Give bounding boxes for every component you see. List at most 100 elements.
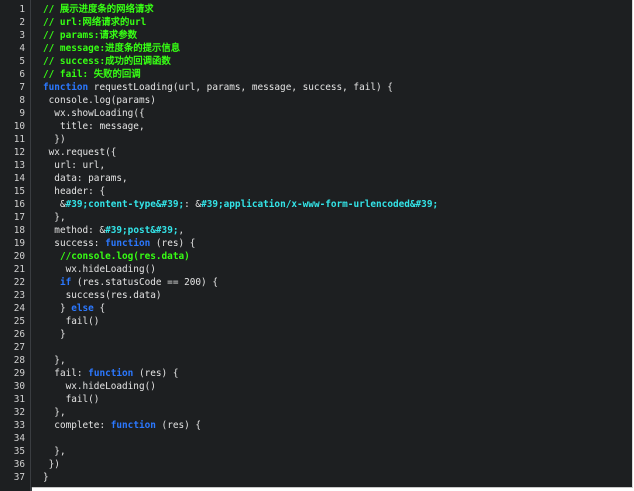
line-code: if (res.statusCode == 200) { (43, 276, 218, 289)
code-line: 11 }) (0, 133, 632, 146)
code-line: 18 method: &#39;post&#39;, (0, 224, 632, 237)
line-number: 1 (19, 4, 25, 15)
code-editor: 1 // 展示进度条的网络请求 2 // url:网络请求的url 3 // params… (0, 0, 634, 491)
code-lines: 1 // 展示进度条的网络请求 2 // url:网络请求的url 3 // params… (0, 3, 632, 484)
code-token: wx.hideLoading() (65, 264, 156, 275)
line-code: // url:网络请求的url (43, 16, 146, 29)
code-line: 32 }, (0, 406, 632, 419)
gutter-divider (30, 487, 32, 491)
code-line: 17 }, (0, 211, 632, 224)
line-code: header: { (43, 185, 105, 198)
line-number: 7 (19, 82, 25, 93)
line-number: 10 (13, 121, 25, 132)
line-code: }, (43, 211, 65, 224)
line-number: 25 (13, 316, 25, 327)
keyword-token: function (105, 238, 151, 249)
line-code: }) (43, 458, 60, 471)
line-number: 9 (19, 108, 25, 119)
code-line: 36 }) (0, 458, 632, 471)
line-number: 14 (13, 173, 25, 184)
line-code: &#39;content-type&#39;: &#39;application… (43, 198, 438, 211)
code-token: }) (54, 134, 66, 145)
code-line: 8 console.log(params) (0, 94, 632, 107)
code-token: (res) { (150, 238, 196, 249)
code-line: 1 // 展示进度条的网络请求 (0, 3, 632, 16)
code-panel[interactable]: 1 // 展示进度条的网络请求 2 // url:网络请求的url 3 // params… (0, 0, 633, 491)
code-line: 22 if (res.statusCode == 200) { (0, 276, 632, 289)
code-token: title: message, (59, 121, 145, 132)
line-number: 21 (13, 264, 25, 275)
code-token: complete: (54, 420, 111, 431)
line-code: // params:请求参数 (43, 29, 137, 42)
line-code: }, (43, 406, 65, 419)
line-code: } (43, 328, 66, 341)
code-token: (res) { (155, 420, 202, 431)
line-code: wx.hideLoading() (43, 380, 156, 393)
keyword-token: function (110, 420, 156, 431)
string-token: #39;content-type&#39; (65, 199, 185, 210)
code-token: : & (184, 199, 202, 210)
line-number: 12 (13, 147, 25, 158)
line-code: url: url, (43, 159, 105, 172)
line-code: data: params, (43, 172, 128, 185)
code-token: , (178, 225, 185, 236)
code-token: fail: (54, 368, 89, 379)
line-code: success(res.data) (43, 289, 162, 302)
code-token: url: url, (54, 160, 106, 171)
code-line: 13 url: url, (0, 159, 632, 172)
line-code: }) (43, 133, 66, 146)
comment-token: // params:请求参数 (43, 30, 137, 41)
comment-token: // success:成功的回调函数 (43, 56, 171, 67)
line-code: wx.showLoading({ (43, 107, 144, 120)
code-token: requestLoading(url, params, message, suc… (88, 82, 393, 93)
line-number: 27 (13, 342, 25, 353)
line-number: 17 (13, 212, 25, 223)
code-token: wx.request({ (48, 147, 117, 158)
line-number: 37 (13, 472, 25, 483)
code-line: 4 // message:进度条的提示信息 (0, 42, 632, 55)
line-code: // success:成功的回调函数 (43, 55, 171, 68)
line-code: // 展示进度条的网络请求 (43, 3, 154, 16)
line-number: 31 (13, 394, 25, 405)
code-line: 10 title: message, (0, 120, 632, 133)
code-line: 23 success(res.data) (0, 289, 632, 302)
code-line: 9 wx.showLoading({ (0, 107, 632, 120)
code-line: 5 // success:成功的回调函数 (0, 55, 632, 68)
code-line: 30 wx.hideLoading() (0, 380, 632, 393)
comment-token: // 展示进度条的网络请求 (43, 4, 154, 15)
line-number: 35 (13, 446, 25, 457)
code-line: 24 } else { (0, 302, 632, 315)
line-number: 32 (13, 407, 25, 418)
code-token: fail() (65, 316, 100, 327)
line-code: title: message, (43, 120, 145, 133)
code-line: 15 header: { (0, 185, 632, 198)
comment-token: // fail: 失败的回调 (43, 69, 141, 80)
code-line: 26 } (0, 328, 632, 341)
code-line: 28 }, (0, 354, 632, 367)
line-code: // fail: 失败的回调 (43, 68, 141, 81)
code-token: method: & (54, 225, 106, 236)
code-line: 6 // fail: 失败的回调 (0, 68, 632, 81)
code-token: data: params, (54, 173, 128, 184)
comment-token: //console.log(res.data) (59, 251, 190, 262)
comment-token: // message:进度条的提示信息 (43, 43, 181, 54)
line-code: // message:进度条的提示信息 (43, 42, 180, 55)
line-number: 28 (13, 355, 25, 366)
code-token: success: (54, 238, 106, 249)
code-token: }, (54, 446, 66, 457)
code-line: 14 data: params, (0, 172, 632, 185)
code-token: }, (54, 355, 66, 366)
code-token: header: { (54, 186, 106, 197)
line-number: 6 (19, 69, 25, 80)
line-number: 34 (13, 433, 25, 444)
